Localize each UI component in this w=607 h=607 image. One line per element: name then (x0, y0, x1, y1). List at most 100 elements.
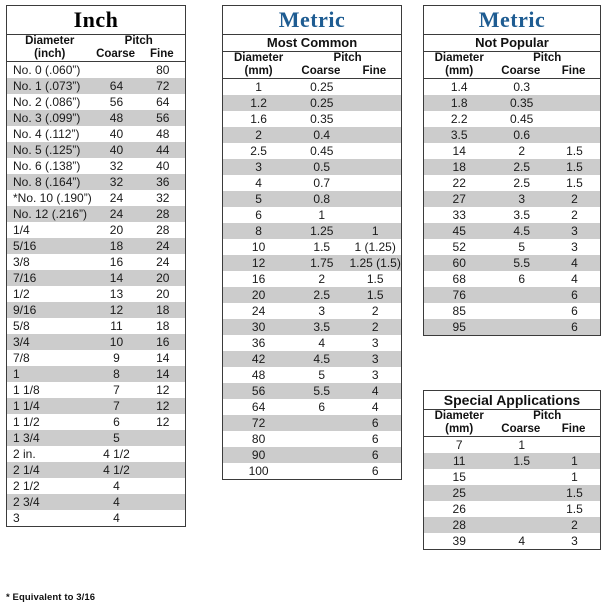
cell-diameter: 16 (251, 272, 266, 286)
cell-coarse: 16 (109, 255, 124, 269)
cell-coarse: 4 (518, 534, 525, 548)
special-header-diameter-label: Diameter (434, 410, 484, 422)
cell-coarse: 4 1/2 (103, 447, 130, 461)
cell-diameter: 2 3/4 (7, 494, 93, 510)
cell-coarse: 2 (518, 144, 525, 158)
table-row: 1.2 0.25 (223, 95, 401, 111)
table-row: No. 0 (.060”) 80 (7, 62, 185, 79)
table-row: 36 4 3 (223, 335, 401, 351)
table-row: 28 2 (424, 517, 600, 533)
cell-coarse: 10 (92, 334, 141, 350)
metric-common-header-fine: Fine (362, 65, 387, 77)
inch-header-diameter: Diameter (inch) (7, 34, 93, 62)
inch-header-pitch: Pitch Coarse Fine (92, 34, 185, 62)
cell-fine: 4 (371, 400, 379, 414)
cell-coarse (494, 303, 549, 319)
cell-diameter: 5/8 (13, 319, 30, 333)
special-applications-panel: Special Applications Diameter (mm) Pitch… (423, 390, 601, 550)
cell-coarse (494, 517, 549, 533)
table-row: *No. 10 (.190”) 24 32 (7, 190, 185, 206)
table-row: 2 in. 4 1/2 (7, 446, 185, 462)
table-row: 22 2.5 1.5 (424, 175, 600, 191)
cell-coarse: 24 (109, 191, 124, 205)
table-row: 72 6 (223, 415, 401, 431)
cell-coarse: 0.35 (310, 112, 334, 126)
cell-fine: 44 (140, 142, 185, 158)
table-row: 42 4.5 3 (223, 351, 401, 367)
cell-diameter: 6 (255, 208, 262, 222)
cell-diameter: 3/4 (7, 334, 93, 350)
table-row: 60 5.5 4 (424, 255, 600, 271)
cell-fine (549, 111, 600, 127)
special-header-pitch-label: Pitch (533, 410, 562, 422)
table-row: 1 1/4 7 12 (7, 398, 185, 414)
table-row: 56 5.5 4 (223, 383, 401, 399)
cell-coarse: 24 (92, 206, 141, 222)
table-row: 90 6 (223, 447, 401, 463)
metric-notpopular-header-diameter-label: Diameter (434, 52, 484, 64)
table-row: No. 4 (.112”) 40 48 (7, 126, 185, 142)
table-row: 14 2 1.5 (424, 143, 600, 159)
cell-diameter: 7/16 (7, 270, 93, 286)
cell-diameter: 76 (424, 287, 495, 303)
cell-fine: 1.25 (1.5) (349, 255, 401, 271)
cell-diameter: 52 (452, 240, 466, 254)
cell-coarse: 9 (113, 351, 120, 365)
metric-not-popular-table: Metric Not Popular Diameter (mm) Pitch C… (424, 6, 600, 335)
cell-fine: 48 (156, 127, 170, 141)
cell-diameter: 1 1/8 (13, 383, 40, 397)
cell-diameter: 95 (424, 319, 495, 335)
cell-coarse: 13 (109, 287, 124, 301)
cell-fine: 4 (349, 383, 401, 399)
table-row: 1 3/4 5 (7, 430, 185, 446)
cell-fine: 12 (156, 415, 170, 429)
cell-fine: 3 (371, 368, 379, 382)
cell-fine: 3 (548, 223, 600, 239)
metric-most-common-table: Metric Most Common Diameter (mm) Pitch C… (223, 6, 401, 479)
cell-coarse: 3.5 (294, 319, 350, 335)
cell-fine: 1.5 (548, 485, 600, 501)
table-row: No. 1 (.073”) 64 72 (7, 78, 185, 94)
cell-fine (349, 143, 401, 159)
table-row: 18 2.5 1.5 (424, 159, 600, 175)
cell-coarse: 14 (92, 270, 141, 286)
cell-coarse: 64 (92, 78, 141, 94)
table-row: 2.5 0.45 (223, 143, 401, 159)
cell-diameter: 1.2 (223, 95, 295, 111)
cell-diameter: 64 (251, 400, 266, 414)
cell-fine: 6 (349, 447, 401, 463)
cell-diameter: 1 (7, 366, 93, 382)
cell-diameter: 30 (223, 319, 295, 335)
cell-fine: 18 (156, 319, 170, 333)
cell-fine (140, 478, 185, 494)
metric-common-header-row: Diameter (mm) Pitch Coarse Fine (223, 51, 401, 79)
metric-notpopular-subtitle-row: Not Popular (424, 34, 600, 52)
cell-diameter: 18 (424, 159, 495, 175)
cell-diameter: 56 (223, 383, 295, 399)
cell-fine (349, 79, 401, 96)
cell-coarse: 1 (518, 438, 525, 452)
table-row: 10 1.5 1 (1.25) (223, 239, 401, 255)
cell-coarse: 1.5 (313, 240, 331, 254)
cell-diameter: 36 (251, 336, 266, 350)
table-row: No. 5 (.125”) 40 44 (7, 142, 185, 158)
cell-coarse: 6 (113, 415, 120, 429)
cell-coarse: 12 (92, 302, 141, 318)
cell-coarse: 8 (92, 366, 141, 382)
table-row: 7/16 14 20 (7, 270, 185, 286)
table-row: 26 1.5 (424, 501, 600, 517)
cell-fine: 16 (140, 334, 185, 350)
cell-coarse: 6 (318, 400, 326, 414)
cell-coarse: 0.45 (509, 112, 534, 126)
cell-coarse: 0.25 (310, 80, 334, 94)
cell-coarse: 5 (92, 430, 141, 446)
cell-diameter: No. 5 (.125”) (7, 142, 93, 158)
cell-diameter: 42 (223, 351, 295, 367)
metric-common-title: Metric (223, 6, 401, 35)
cell-fine: 4 (571, 272, 578, 286)
cell-diameter: 3 (223, 159, 295, 175)
cell-coarse: 7 (113, 383, 120, 397)
cell-fine (349, 127, 401, 143)
cell-diameter: 3.5 (424, 127, 495, 143)
metric-notpopular-title: Metric (424, 6, 600, 35)
